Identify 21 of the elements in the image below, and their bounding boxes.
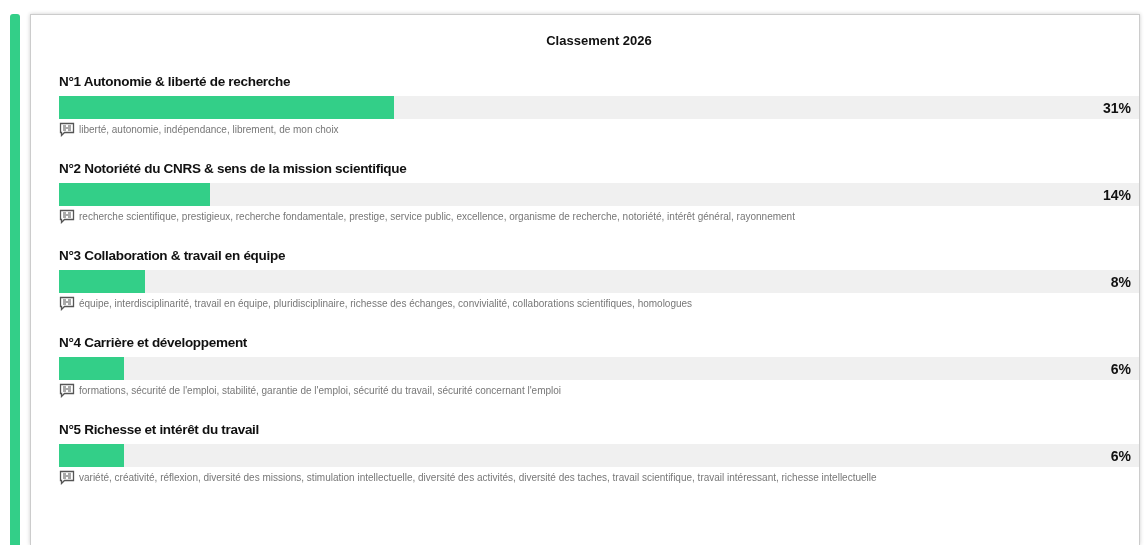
percentage: 8% [1110,273,1132,290]
percentage: 6% [1110,360,1132,377]
keywords-text: variété, créativité, réflexion, diversité des missions, stimulation intellectuelle, diversité des activités, diversité des taches, travail scientifique, travail intéressant, richesse intellectuelle [79,472,877,483]
comment-icon [59,209,75,224]
percentage: 31% [1102,99,1132,116]
comment-icon [59,470,75,485]
comment-icon [59,296,75,311]
comment-icon [59,383,75,398]
keywords-text: équipe, interdisciplinarité, travail en équipe, pluridisciplinaire, richesse des échanges, convivialité, collaborations scientifiques, homologues [79,298,693,309]
keywords-text: liberté, autonomie, indépendance, librement, de mon choix [79,124,339,135]
item-heading: N°4 Carrière et développement [59,335,249,350]
percentage: 6% [1110,447,1132,464]
ranking-title: Classement 2026 [545,33,653,48]
item-heading: N°3 Collaboration & travail en équipe [59,248,287,263]
comment-icon [59,122,75,137]
keywords-text: formations, sécurité de l'emploi, stabilité, garantie de l'emploi, sécurité du travail, sécurité concernant l'emploi [79,385,562,396]
item-heading: N°1 Autonomie & liberté de recherche [59,74,292,89]
percentage: 14% [1102,186,1132,203]
item-heading: N°2 Notoriété du CNRS & sens de la mission scientifique [59,161,408,176]
item-heading: N°5 Richesse et intérêt du travail [59,422,261,437]
keywords-text: recherche scientifique, prestigieux, recherche fondamentale, prestige, service public, excellence, organisme de recherche, notoriété, intérêt général, rayonnement [79,211,795,222]
